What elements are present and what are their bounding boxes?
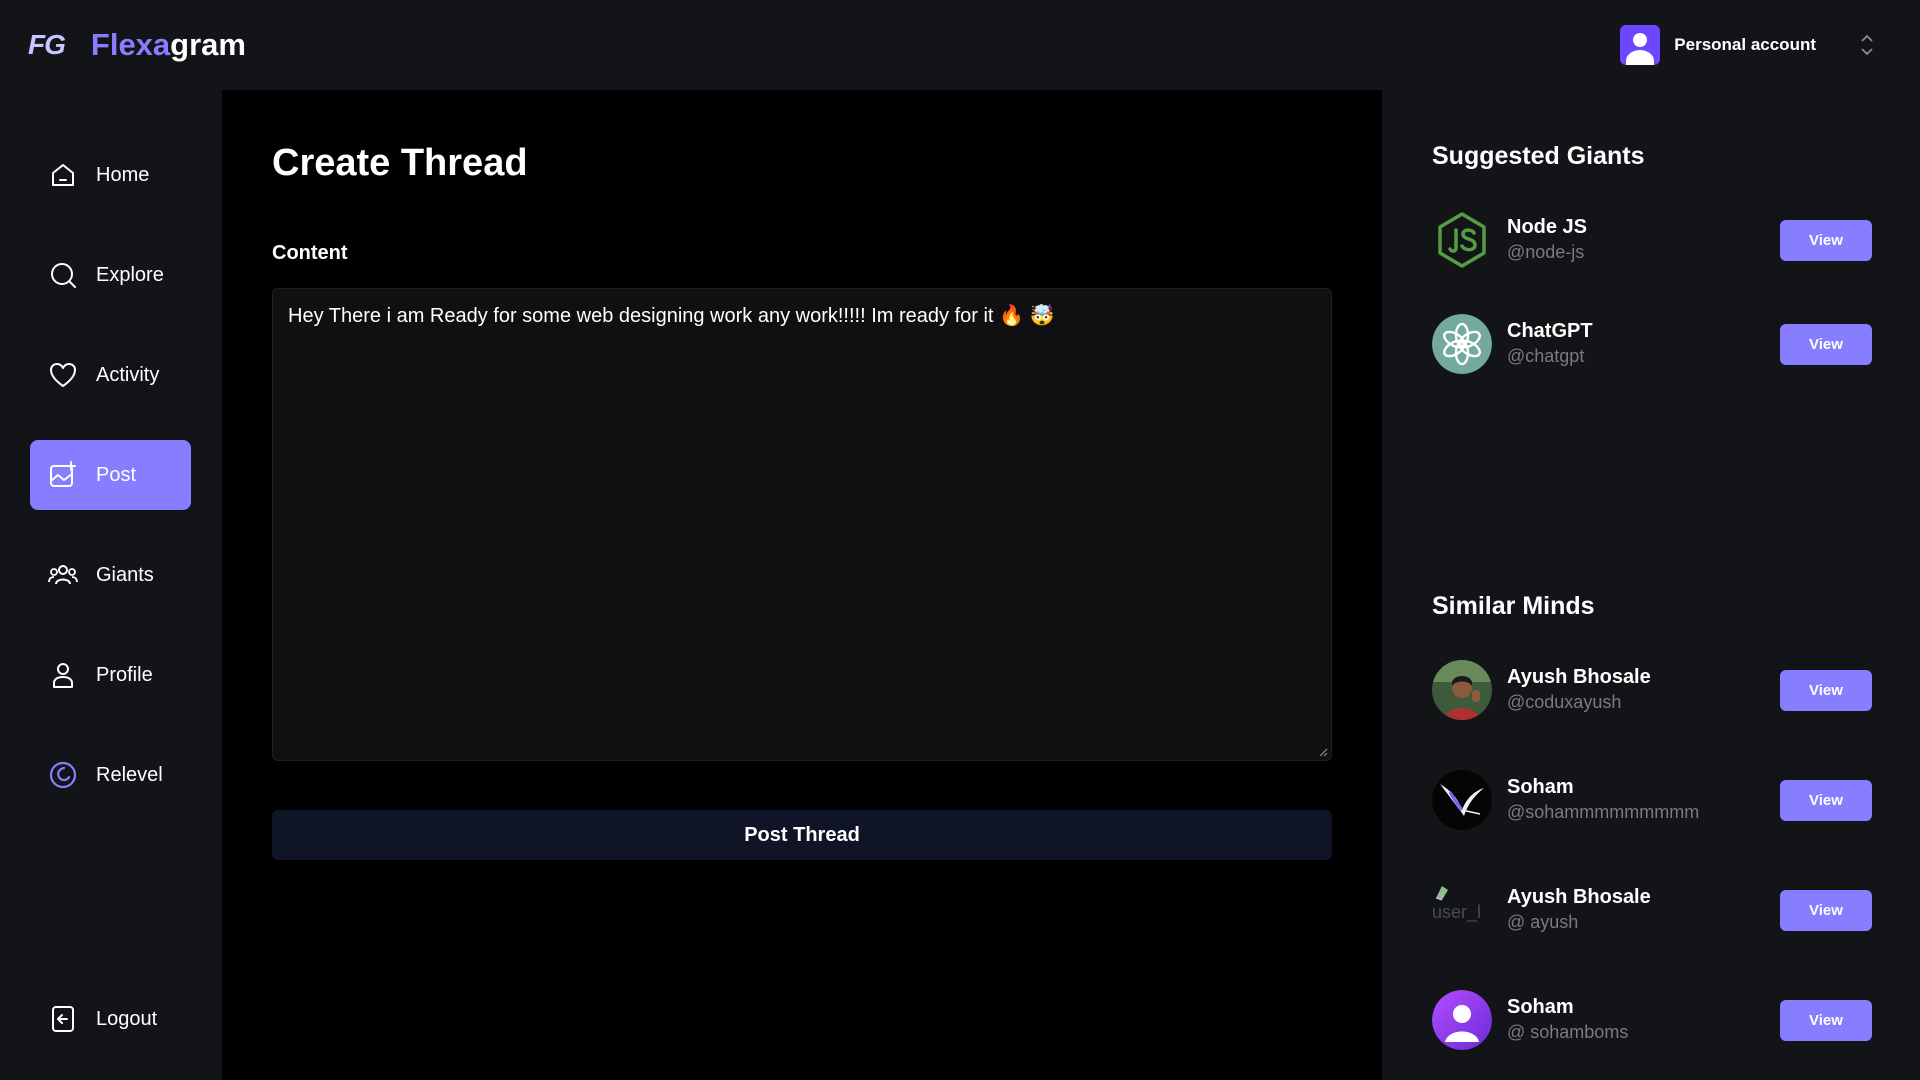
chatgpt-logo-icon: [1432, 314, 1492, 374]
app-name-rest: gram: [170, 27, 246, 62]
person-handle: @ ayush: [1507, 912, 1579, 932]
photo-avatar: [1432, 660, 1492, 720]
left-sidebar: Home Explore Activity Post Giants Profil…: [0, 90, 222, 1080]
person-handle: @node-js: [1507, 242, 1585, 262]
suggested-giant-item: Node JS @node-js View: [1432, 210, 1872, 270]
sidebar-item-activity[interactable]: Activity: [30, 340, 191, 410]
top-bar: FG Flexagram Personal account: [0, 0, 1920, 90]
logout-icon: [48, 1004, 78, 1034]
bird-avatar: [1432, 770, 1492, 830]
sidebar-item-home[interactable]: Home: [30, 140, 191, 210]
sidebar-item-giants[interactable]: Giants: [30, 540, 191, 610]
broken-image-alt-text: user_l: [1432, 902, 1481, 923]
view-button[interactable]: View: [1780, 670, 1872, 711]
person-handle: @coduxayush: [1507, 692, 1622, 712]
account-switcher[interactable]: Personal account: [1620, 24, 1874, 66]
person-name: Ayush Bhosale: [1507, 666, 1651, 688]
people-icon: [48, 560, 78, 590]
similar-mind-item: Ayush Bhosale @coduxayush View: [1432, 660, 1872, 720]
broken-image-avatar: user_l: [1432, 880, 1492, 940]
app-name: Flexagram: [91, 27, 246, 63]
sidebar-item-post[interactable]: Post: [30, 440, 191, 510]
app-name-accent: Flexa: [90, 27, 171, 62]
view-button[interactable]: View: [1780, 1000, 1872, 1041]
main-content: Create Thread Content Hey There i am Rea…: [222, 90, 1382, 1080]
user-icon: [48, 660, 78, 690]
suggested-giant-item: ChatGPT @chatgpt View: [1432, 314, 1872, 374]
default-user-avatar: [1432, 990, 1492, 1050]
account-label: Personal account: [1674, 35, 1816, 54]
home-icon: [48, 160, 78, 190]
similar-mind-item: Soham @sohammmmmmmmm View: [1432, 770, 1872, 830]
sidebar-item-label: Giants: [96, 563, 154, 586]
person-name: Ayush Bhosale: [1507, 886, 1651, 908]
similar-mind-item: Soham @ sohamboms View: [1432, 990, 1872, 1050]
view-button[interactable]: View: [1780, 890, 1872, 931]
view-button[interactable]: View: [1780, 780, 1872, 821]
post-thread-button[interactable]: Post Thread: [272, 810, 1332, 860]
suggested-giants-title: Suggested Giants: [1432, 142, 1645, 170]
content-label: Content: [272, 242, 348, 264]
sidebar-item-explore[interactable]: Explore: [30, 240, 191, 310]
person-handle: @chatgpt: [1507, 346, 1585, 366]
person-name: ChatGPT: [1507, 320, 1593, 342]
search-icon: [48, 260, 78, 290]
logo-mark: FG: [28, 29, 66, 60]
view-button[interactable]: View: [1780, 324, 1872, 365]
view-button[interactable]: View: [1780, 220, 1872, 261]
app-logo[interactable]: FG Flexagram: [28, 24, 246, 66]
sidebar-item-label: Home: [96, 163, 150, 186]
sidebar-item-label: Profile: [96, 663, 153, 686]
relevel-icon: [48, 760, 78, 790]
sidebar-item-label: Relevel: [96, 763, 163, 786]
person-name: Node JS: [1507, 216, 1588, 238]
heart-icon: [48, 360, 78, 390]
right-sidebar: Suggested Giants Node JS @node-js View C…: [1382, 90, 1920, 1080]
logout-button[interactable]: Logout: [30, 984, 191, 1054]
sidebar-item-relevel[interactable]: Relevel: [30, 740, 191, 810]
logout-label: Logout: [96, 1007, 158, 1030]
post-image-icon: [48, 460, 78, 490]
similar-mind-item: user_l Ayush Bhosale @ ayush View: [1432, 880, 1872, 940]
content-textarea[interactable]: Hey There i am Ready for some web design…: [272, 288, 1332, 761]
page-title: Create Thread: [272, 142, 528, 184]
person-name: Soham: [1507, 776, 1574, 798]
resize-grip-icon[interactable]: [1318, 747, 1328, 757]
similar-minds-title: Similar Minds: [1432, 592, 1595, 620]
user-avatar-icon: [1620, 25, 1661, 65]
content-text: Hey There i am Ready for some web design…: [288, 305, 1055, 327]
person-name: Soham: [1507, 996, 1574, 1018]
sidebar-item-profile[interactable]: Profile: [30, 640, 191, 710]
person-handle: @ sohamboms: [1507, 1022, 1629, 1042]
sidebar-item-label: Post: [96, 463, 137, 486]
sidebar-item-label: Activity: [96, 363, 160, 386]
sidebar-item-label: Explore: [96, 263, 164, 286]
chevron-up-down-icon[interactable]: [1860, 32, 1874, 58]
person-handle: @sohammmmmmmmm: [1507, 802, 1700, 822]
nodejs-logo-icon: [1432, 210, 1492, 270]
